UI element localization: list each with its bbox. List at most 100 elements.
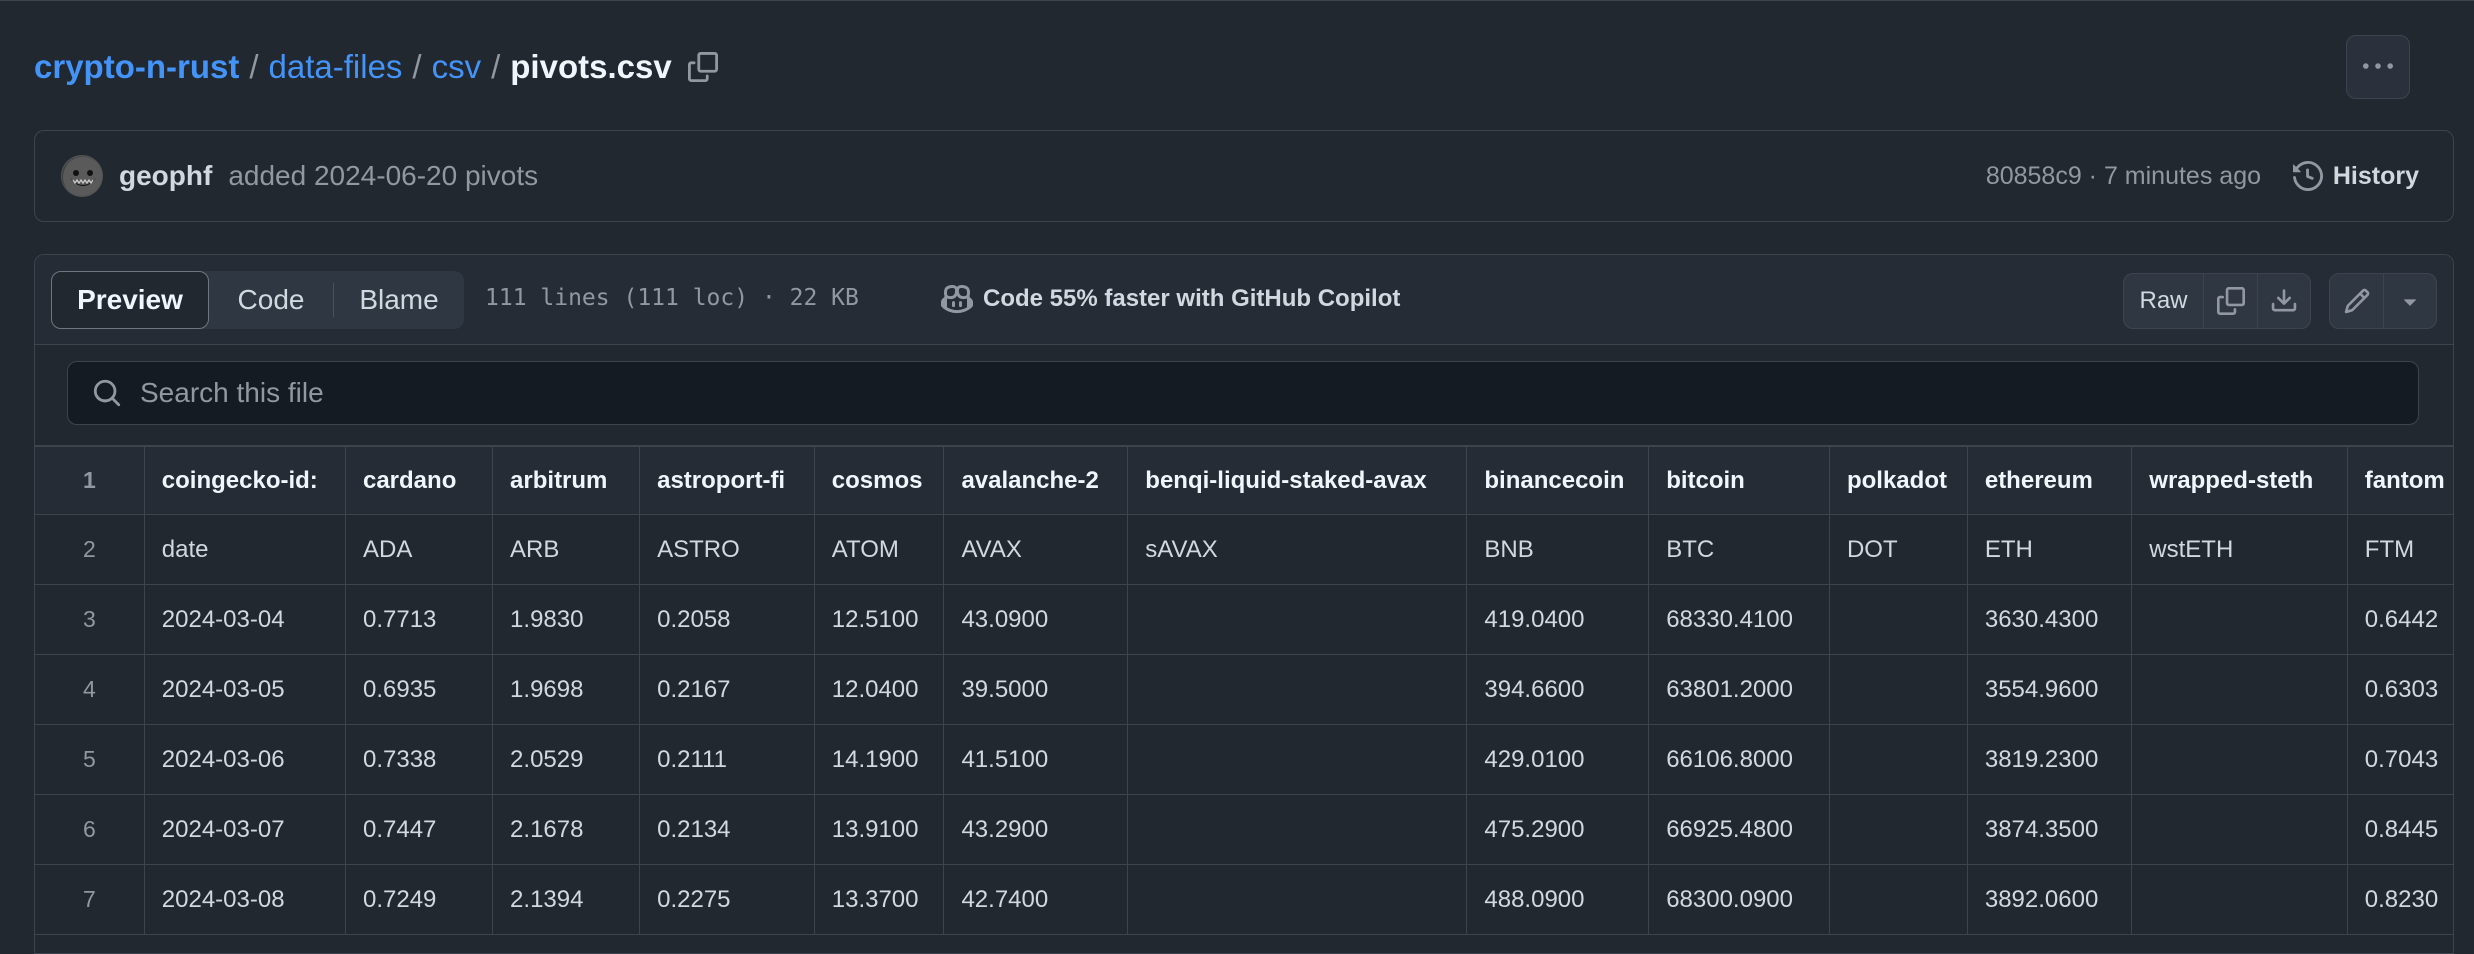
edit-file-button[interactable] [2330,274,2384,328]
table-cell [1127,584,1468,655]
history-label: History [2332,161,2419,190]
line-number[interactable]: 1 [35,446,145,515]
table-cell: 3819.2300 [1966,724,2133,795]
table-cell: 42.7400 [943,864,1129,935]
file-info: 111 lines (111 loc) · 22 KB [485,285,859,311]
table-cell [1828,864,1968,935]
file-search-bar [35,345,2453,445]
table-cell [2131,584,2348,655]
tab-blame[interactable]: Blame [334,271,464,329]
table-row: 6 2024-03-07 0.7447 2.1678 0.2134 13.9100 43.2… [35,794,2453,865]
table-cell: 0.7338 [344,724,494,795]
table-cell: 2.1394 [492,864,641,935]
edit-options-dropdown[interactable] [2384,274,2436,328]
breadcrumb-separator: / [412,48,422,85]
commit-author-link[interactable]: geophf [119,160,212,192]
table-cell: date [143,514,346,585]
table-cell [1828,794,1968,865]
column-header: ethereum [1966,446,2133,515]
history-icon [2292,161,2323,191]
table-cell: DOT [1828,514,1968,585]
table-cell: FTM [2346,514,2453,585]
table-cell [1127,794,1468,865]
table-cell: 0.7043 [2346,724,2453,795]
table-cell [1127,724,1468,795]
download-raw-button[interactable] [2258,274,2310,328]
table-cell: 63801.2000 [1648,654,1830,725]
line-number[interactable]: 3 [35,584,145,655]
table-cell: 2024-03-07 [143,794,346,865]
table-cell: 1.9830 [492,584,641,655]
tab-code[interactable]: Code [209,271,333,329]
table-cell: 13.9100 [813,794,945,865]
latest-commit-box: geophf added 2024-06-20 pivots 80858c9 ·… [34,130,2454,222]
table-cell: 66925.4800 [1648,794,1830,865]
table-cell: 2.1678 [492,794,641,865]
line-number[interactable]: 7 [35,864,145,935]
file-path-bar: crypto-n-rust / data-files / csv / pivot… [0,0,2474,130]
more-options-button[interactable] [2346,35,2410,99]
table-cell [2131,724,2348,795]
table-cell [2131,794,2348,865]
line-number[interactable]: 2 [35,514,145,585]
search-icon [93,379,121,407]
table-cell: 2024-03-06 [143,724,346,795]
table-cell [1828,724,1968,795]
breadcrumb-folder-data-files[interactable]: data-files [269,48,403,86]
file-viewer: Preview Code Blame 111 lines (111 loc) ·… [34,254,2454,954]
table-cell: 43.0900 [943,584,1129,655]
line-number[interactable]: 6 [35,794,145,865]
table-cell: 0.2134 [639,794,815,865]
raw-actions-group: Raw [2123,273,2311,329]
table-row: 5 2024-03-06 0.7338 2.0529 0.2111 14.1900 41.5… [35,724,2453,795]
table-cell: sAVAX [1127,514,1468,585]
table-row: 2 date ADA ARB ASTRO ATOM AVAX sAVAX BNB BTC DOT ET… [35,514,2453,585]
commit-sha-time[interactable]: 80858c9 · 7 minutes ago [1986,162,2261,191]
history-button[interactable]: History [2292,161,2419,191]
table-cell: 3554.9600 [1966,654,2133,725]
table-cell: 2024-03-04 [143,584,346,655]
breadcrumb-repo-link[interactable]: crypto-n-rust [34,48,239,86]
table-cell: 3892.0600 [1966,864,2133,935]
table-row: 4 2024-03-05 0.6935 1.9698 0.2167 12.0400 39.5… [35,654,2453,725]
table-cell: 68300.0900 [1648,864,1830,935]
table-cell: 12.5100 [813,584,945,655]
table-cell: 66106.8000 [1648,724,1830,795]
table-cell: 39.5000 [943,654,1129,725]
table-cell: 13.3700 [813,864,945,935]
table-cell: ARB [492,514,641,585]
breadcrumb-separator: / [249,48,259,85]
table-cell: BTC [1648,514,1830,585]
search-input[interactable] [138,376,2418,410]
breadcrumb-folder-csv[interactable]: csv [432,48,482,86]
copilot-promo-link[interactable]: Code 55% faster with GitHub Copilot [941,283,1400,315]
copy-raw-button[interactable] [2204,274,2258,328]
table-body: 1 coingecko-id: cardano arbitrum astroport-f… [35,446,2453,935]
tab-preview[interactable]: Preview [51,271,209,329]
commit-message-link[interactable]: added 2024-06-20 pivots [228,160,538,192]
table-cell: 488.0900 [1466,864,1650,935]
copy-path-icon[interactable] [686,50,720,84]
table-cell: ETH [1966,514,2133,585]
csv-table: 1 coingecko-id: cardano arbitrum astroport-f… [35,446,2453,935]
table-cell: 0.2111 [639,724,815,795]
column-header: wrapped-steth [2131,446,2348,515]
raw-button[interactable]: Raw [2124,274,2204,328]
copy-icon [2216,287,2245,315]
table-cell: ASTRO [639,514,815,585]
table-cell: ADA [344,514,494,585]
table-cell: 0.2275 [639,864,815,935]
column-header: fantom [2346,446,2453,515]
table-cell: 43.2900 [943,794,1129,865]
line-number[interactable]: 4 [35,654,145,725]
search-box [67,361,2419,425]
table-cell [1828,654,1968,725]
table-cell: 12.0400 [813,654,945,725]
line-number[interactable]: 5 [35,724,145,795]
table-cell: 0.7447 [344,794,494,865]
table-cell: 41.5100 [943,724,1129,795]
avatar[interactable] [61,155,103,197]
table-cell [2131,864,2348,935]
table-cell: 0.6303 [2346,654,2453,725]
table-cell [1127,864,1468,935]
